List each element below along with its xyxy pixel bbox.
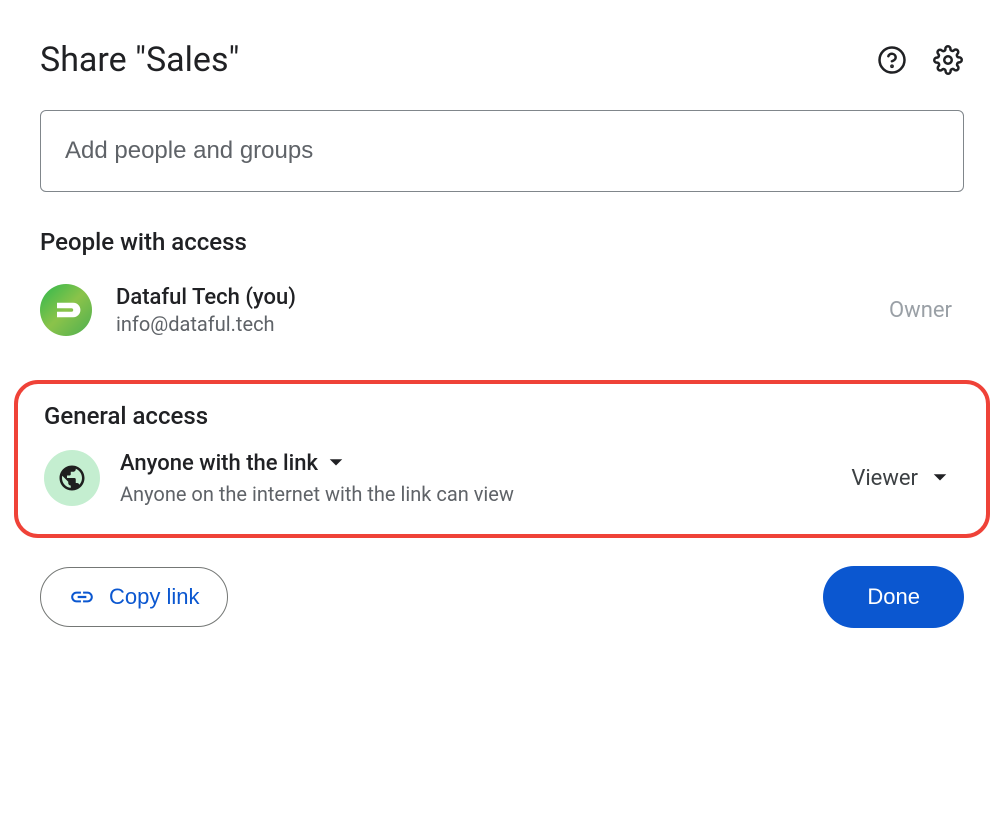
access-info: Anyone with the link Anyone on the inter…	[120, 451, 839, 506]
globe-icon	[44, 450, 100, 506]
role-dropdown[interactable]: Viewer	[839, 458, 960, 499]
chevron-down-icon	[328, 458, 344, 468]
avatar	[40, 284, 92, 336]
role-dropdown-label: Viewer	[851, 466, 918, 491]
dialog-footer: Copy link Done	[40, 566, 964, 628]
access-type-label: Anyone with the link	[120, 451, 318, 476]
role-label: Owner	[889, 298, 964, 323]
link-icon	[69, 584, 95, 610]
chevron-down-icon	[932, 473, 948, 483]
general-section-heading: General access	[44, 402, 960, 430]
copy-link-label: Copy link	[109, 584, 199, 610]
access-description: Anyone on the internet with the link can…	[120, 482, 839, 506]
settings-icon[interactable]	[932, 44, 964, 76]
help-icon[interactable]	[876, 44, 908, 76]
person-email: info@dataful.tech	[116, 312, 889, 336]
person-row: Dataful Tech (you) info@dataful.tech Own…	[40, 280, 964, 340]
access-type-dropdown[interactable]: Anyone with the link	[120, 451, 839, 476]
person-info: Dataful Tech (you) info@dataful.tech	[116, 285, 889, 336]
person-name: Dataful Tech (you)	[116, 285, 889, 310]
copy-link-button[interactable]: Copy link	[40, 567, 228, 627]
dialog-title: Share "Sales"	[40, 40, 239, 80]
general-access-highlight: General access Anyone with the link Anyo…	[14, 380, 990, 538]
general-access-row: Anyone with the link Anyone on the inter…	[44, 450, 960, 506]
add-people-input[interactable]	[40, 110, 964, 192]
done-button[interactable]: Done	[823, 566, 964, 628]
header-icons	[876, 44, 964, 76]
dialog-header: Share "Sales"	[40, 40, 964, 80]
people-section-heading: People with access	[40, 228, 964, 256]
